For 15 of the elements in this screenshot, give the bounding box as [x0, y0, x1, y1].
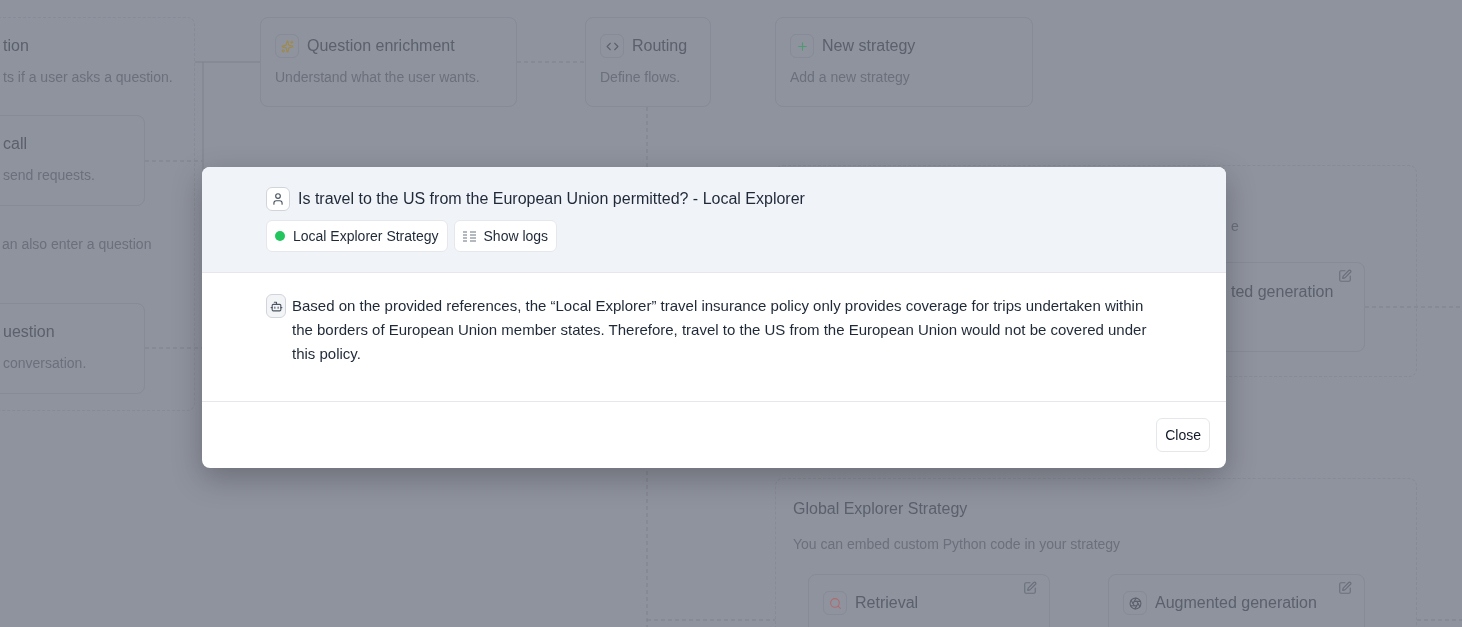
- edit-icon[interactable]: [1023, 581, 1037, 595]
- sparkles-icon: [275, 34, 299, 58]
- question-text: Is travel to the US from the European Union permitted? - Local Explorer: [298, 189, 805, 209]
- user-icon: [266, 187, 290, 211]
- close-button[interactable]: Close: [1156, 418, 1210, 452]
- code-icon: [600, 34, 624, 58]
- edit-icon[interactable]: [1338, 269, 1352, 283]
- bot-icon: [266, 294, 286, 318]
- show-logs-button[interactable]: Show logs: [453, 220, 558, 252]
- list-icon: [462, 230, 476, 242]
- strategy-chip[interactable]: Local Explorer Strategy: [266, 220, 448, 252]
- plus-icon: [790, 34, 814, 58]
- edit-icon[interactable]: [1338, 581, 1352, 595]
- aperture-icon: [1123, 591, 1147, 615]
- search-icon: [823, 591, 847, 615]
